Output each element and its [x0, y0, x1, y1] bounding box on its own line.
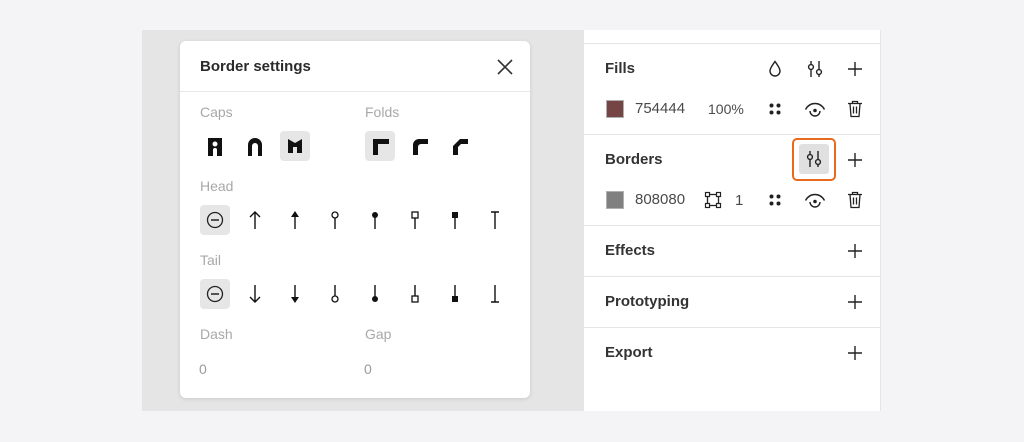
tail-none-button[interactable] — [200, 279, 230, 309]
none-icon — [206, 211, 224, 229]
tail-square-button[interactable] — [400, 279, 430, 309]
add-prototype-icon[interactable] — [844, 291, 866, 313]
tail-arrow-triangle-button[interactable] — [280, 279, 310, 309]
head-square-filled-button[interactable] — [440, 205, 470, 235]
arrow-up-triangle-icon — [291, 211, 299, 229]
square-filled-icon — [452, 212, 458, 229]
add-fill-icon[interactable] — [844, 58, 866, 80]
head-label: Head — [200, 178, 234, 194]
add-effect-icon[interactable] — [844, 240, 866, 262]
effects-section: Effects — [584, 225, 880, 277]
border-width-icon — [702, 189, 724, 211]
fills-section: Fills 754444 100% — [584, 43, 880, 135]
dialog-title: Border settings — [200, 58, 311, 75]
trash-icon[interactable] — [844, 189, 866, 211]
drop-icon[interactable] — [764, 58, 786, 80]
circle-filled-icon — [372, 212, 378, 229]
fold-bevel-icon — [453, 139, 468, 155]
head-circle-filled-button[interactable] — [360, 205, 390, 235]
dialog-header: Border settings — [180, 41, 530, 92]
adjust-settings-icon — [805, 150, 823, 168]
eye-icon[interactable] — [804, 189, 826, 211]
tail-square-filled-button[interactable] — [440, 279, 470, 309]
fold-miter-icon — [373, 139, 389, 155]
dash-label: Dash — [200, 326, 233, 342]
trash-icon[interactable] — [844, 98, 866, 120]
none-icon — [206, 285, 224, 303]
prototyping-title: Prototyping — [605, 293, 690, 310]
gap-label: Gap — [365, 326, 392, 342]
bar-icon — [491, 285, 499, 303]
border-width-value[interactable]: 1 — [735, 192, 743, 209]
close-icon[interactable] — [496, 58, 514, 76]
border-settings-dialog: Border settings Caps Folds Head Tail Das… — [180, 41, 530, 398]
circle-outline-icon — [331, 285, 339, 303]
head-arrow-lines-button[interactable] — [240, 205, 270, 235]
head-circle-button[interactable] — [320, 205, 350, 235]
prototyping-section: Prototyping — [584, 276, 880, 328]
dots-grid-icon[interactable] — [764, 98, 786, 120]
gap-input[interactable]: 0 — [364, 361, 372, 377]
dash-input[interactable]: 0 — [199, 361, 207, 377]
fold-round-icon — [413, 139, 428, 155]
circle-outline-icon — [331, 211, 339, 229]
eye-icon[interactable] — [804, 98, 826, 120]
add-border-icon[interactable] — [844, 149, 866, 171]
cap-arch-button[interactable] — [240, 131, 270, 161]
fold-round-button[interactable] — [405, 131, 435, 161]
cap-round-icon — [208, 138, 222, 156]
tail-bar-button[interactable] — [480, 279, 510, 309]
cap-square-icon — [288, 139, 302, 153]
export-section: Export — [584, 327, 880, 378]
dots-grid-icon[interactable] — [764, 189, 786, 211]
head-bar-button[interactable] — [480, 205, 510, 235]
head-none-button[interactable] — [200, 205, 230, 235]
caps-label: Caps — [200, 104, 233, 120]
effects-title: Effects — [605, 242, 656, 259]
fills-title: Fills — [605, 60, 636, 77]
tail-circle-button[interactable] — [320, 279, 350, 309]
fold-bevel-button[interactable] — [445, 131, 475, 161]
tail-label: Tail — [200, 252, 222, 268]
border-settings-button[interactable] — [799, 144, 829, 174]
square-outline-icon — [411, 285, 419, 303]
cap-arch-icon — [248, 138, 262, 156]
add-export-icon[interactable] — [844, 342, 866, 364]
fill-color-swatch[interactable] — [606, 100, 624, 118]
borders-title: Borders — [605, 151, 663, 168]
properties-panel: Fills 754444 100% Borders 808080 1 Effec… — [584, 30, 881, 411]
panel-top-divider — [584, 30, 880, 44]
folds-label: Folds — [365, 104, 400, 120]
adjust-settings-icon[interactable] — [804, 58, 826, 80]
arrow-up-lines-icon — [249, 211, 261, 229]
fill-opacity[interactable]: 100% — [708, 101, 744, 117]
arrow-down-triangle-icon — [291, 285, 299, 303]
head-square-button[interactable] — [400, 205, 430, 235]
bar-icon — [491, 211, 499, 229]
arrow-down-lines-icon — [249, 285, 261, 303]
tail-circle-filled-button[interactable] — [360, 279, 390, 309]
fill-color-hex[interactable]: 754444 — [635, 100, 685, 117]
circle-filled-icon — [372, 285, 378, 302]
export-title: Export — [605, 344, 653, 361]
head-arrow-triangle-button[interactable] — [280, 205, 310, 235]
cap-round-button[interactable] — [200, 131, 230, 161]
square-outline-icon — [411, 211, 419, 229]
border-color-hex[interactable]: 808080 — [635, 191, 685, 208]
border-color-swatch[interactable] — [606, 191, 624, 209]
cap-square-button[interactable] — [280, 131, 310, 161]
tail-arrow-lines-button[interactable] — [240, 279, 270, 309]
fold-miter-button[interactable] — [365, 131, 395, 161]
square-filled-icon — [452, 285, 458, 302]
